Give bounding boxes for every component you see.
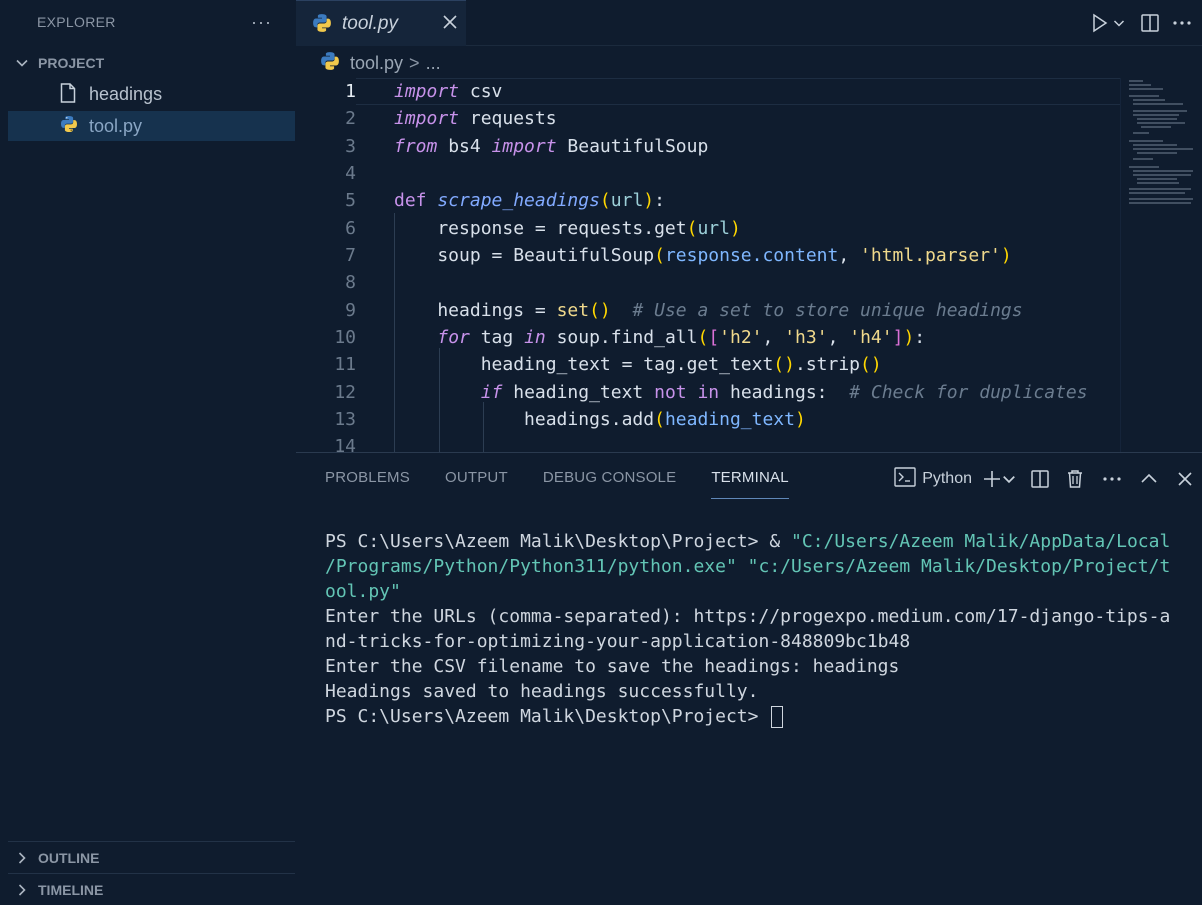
- bottom-panel: PROBLEMS OUTPUT DEBUG CONSOLE TERMINAL P…: [296, 452, 1202, 905]
- explorer-sidebar: EXPLORER ··· PROJECT headings tool.py OU…: [0, 0, 296, 905]
- terminal-line: nd-tricks-for-optimizing-your-applicatio…: [325, 631, 911, 652]
- tab-problems[interactable]: PROBLEMS: [325, 469, 410, 499]
- line-number: 6: [345, 218, 356, 239]
- line-number: 9: [345, 300, 356, 321]
- code-line: 8: [296, 269, 1120, 296]
- line-number: 14: [334, 436, 356, 452]
- tab-output[interactable]: OUTPUT: [445, 469, 508, 499]
- project-label: PROJECT: [38, 55, 105, 71]
- code-line: 4: [296, 160, 1120, 187]
- file-label: tool.py: [89, 115, 143, 136]
- timeline-section-header[interactable]: TIMELINE: [0, 875, 296, 905]
- split-terminal-icon[interactable]: [1030, 463, 1050, 495]
- file-item-headings[interactable]: headings: [8, 79, 295, 109]
- tab-debug-console[interactable]: DEBUG CONSOLE: [543, 469, 676, 499]
- code-line: 6 response = requests.get(url): [296, 215, 1120, 242]
- chevron-down-icon[interactable]: [1110, 7, 1128, 39]
- line-number: 1: [345, 81, 356, 102]
- code-line: 3 from bs4 import BeautifulSoup: [296, 133, 1120, 160]
- more-actions-icon[interactable]: [1102, 463, 1122, 495]
- tab-terminal[interactable]: TERMINAL: [711, 469, 789, 499]
- line-number: 12: [334, 382, 356, 403]
- terminal-profile[interactable]: Python: [894, 463, 972, 495]
- code-line: 5 def scrape_headings(url):: [296, 187, 1120, 214]
- panel-actions: Python: [894, 463, 1202, 495]
- code-line: 2 import requests: [296, 105, 1120, 132]
- more-actions-icon[interactable]: ···: [251, 12, 272, 33]
- trash-icon[interactable]: [1066, 463, 1084, 495]
- terminal-line: /Programs/Python/Python311/python.exe" "…: [325, 556, 1171, 577]
- code-line: 11 heading_text = tag.get_text().strip(): [296, 351, 1120, 378]
- outline-label: OUTLINE: [38, 850, 100, 866]
- chevron-right-icon: [16, 852, 28, 864]
- terminal-prompt-line: PS C:\Users\Azeem Malik\Desktop\Project>: [325, 704, 1195, 729]
- plus-icon[interactable]: [982, 463, 1002, 495]
- terminal-line: ool.py": [325, 581, 401, 602]
- line-number: 11: [334, 354, 356, 375]
- split-editor-icon[interactable]: [1134, 7, 1166, 39]
- code-line: 7 soup = BeautifulSoup(response.content,…: [296, 242, 1120, 269]
- divider: [8, 873, 295, 874]
- breadcrumb: tool.py > ...: [296, 48, 1202, 78]
- terminal-cursor: [771, 706, 784, 728]
- line-number: 5: [345, 190, 356, 211]
- terminal-profile-label: Python: [922, 470, 972, 487]
- line-number: 2: [345, 108, 356, 129]
- code-line: 1 import csv: [296, 78, 1120, 105]
- more-actions-icon[interactable]: [1166, 7, 1198, 39]
- code-line: 12 if heading_text not in headings: # Ch…: [296, 379, 1120, 406]
- code-line: 13 headings.add(heading_text): [296, 406, 1120, 433]
- terminal-output[interactable]: PS C:\Users\Azeem Malik\Desktop\Project>…: [325, 529, 1195, 729]
- code-editor[interactable]: 1 import csv 2 import requests 3 from bs4 i…: [296, 78, 1120, 452]
- terminal-line: Enter the CSV filename to save the headi…: [325, 656, 900, 677]
- panel-tabs: PROBLEMS OUTPUT DEBUG CONSOLE TERMINAL: [325, 469, 824, 499]
- chevron-down-icon[interactable]: [1002, 463, 1016, 495]
- line-number: 3: [345, 136, 356, 157]
- terminal-icon: [894, 466, 916, 492]
- terminal-line: PS C:\Users\Azeem Malik\Desktop\Project>…: [325, 531, 1171, 552]
- tab-tool-py[interactable]: tool.py: [296, 0, 466, 46]
- python-icon: [60, 115, 78, 135]
- line-number: 4: [345, 163, 356, 184]
- chevron-right-icon: [16, 884, 28, 896]
- vscode-window: EXPLORER ··· PROJECT headings tool.py OU…: [0, 0, 1202, 905]
- project-section-header[interactable]: PROJECT: [0, 48, 296, 78]
- close-icon[interactable]: [1176, 463, 1194, 495]
- code-line: 9 headings = set() # Use a set to store …: [296, 297, 1120, 324]
- minimap[interactable]: [1120, 78, 1202, 452]
- breadcrumb-symbols[interactable]: ...: [426, 53, 441, 74]
- python-icon: [312, 13, 332, 38]
- close-icon[interactable]: [440, 12, 460, 37]
- outline-section-header[interactable]: OUTLINE: [0, 843, 296, 873]
- breadcrumb-file[interactable]: tool.py: [350, 53, 403, 74]
- file-label: headings: [89, 83, 163, 104]
- divider: [8, 841, 295, 842]
- editor-tab-bar: tool.py: [296, 0, 1202, 46]
- code-line: 10 for tag in soup.find_all(['h2', 'h3',…: [296, 324, 1120, 351]
- terminal-line: Headings saved to headings successfully.: [325, 681, 759, 702]
- breadcrumb-separator: >: [409, 52, 420, 73]
- file-icon: [60, 83, 78, 103]
- python-icon: [320, 51, 340, 76]
- timeline-label: TIMELINE: [38, 882, 104, 898]
- line-number: 7: [345, 245, 356, 266]
- file-item-tool-py[interactable]: tool.py: [8, 111, 295, 141]
- line-number: 10: [334, 327, 356, 348]
- chevron-up-icon[interactable]: [1140, 463, 1158, 495]
- editor-actions: [1084, 0, 1202, 46]
- line-number: 13: [334, 409, 356, 430]
- tab-label: tool.py: [342, 13, 398, 34]
- line-number: 8: [345, 272, 356, 293]
- chevron-down-icon: [16, 57, 28, 69]
- code-line: 14: [296, 433, 1120, 452]
- terminal-line: Enter the URLs (comma-separated): https:…: [325, 606, 1171, 627]
